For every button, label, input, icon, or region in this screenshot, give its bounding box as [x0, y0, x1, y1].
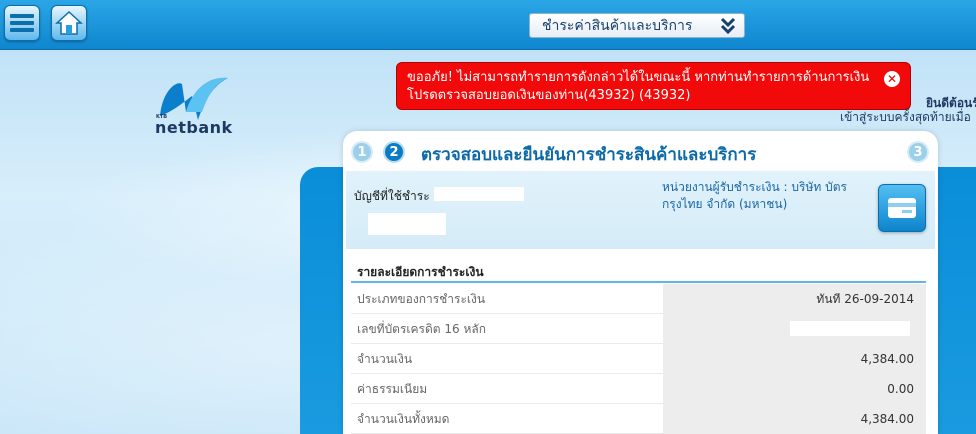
home-button[interactable]: [51, 5, 87, 41]
row-label: จำนวนเงินทั้งหมด: [357, 412, 450, 426]
menu-button[interactable]: [4, 5, 40, 41]
hamburger-icon: [10, 14, 34, 32]
payee-line-2: กรุงไทย จำกัด (มหาชน): [662, 197, 788, 211]
step-3-indicator: 3: [907, 141, 929, 163]
table-row: จำนวนเงิน 4,384.00: [351, 344, 926, 374]
error-message: ขออภัย! ไม่สามารถทำรายการดังกล่าวได้ในขณ…: [396, 62, 911, 110]
section-divider: [351, 281, 926, 283]
account-number-mask: [434, 187, 524, 201]
table-row: ค่าธรรมเนียม 0.00: [351, 374, 926, 404]
table-row: ประเภทของการชำระเงิน ทันที 26-09-2014: [351, 284, 926, 314]
home-icon: [55, 10, 83, 35]
card-header: 1 2 ตรวจสอบและยืนยันการชำระสินค้าและบริก…: [343, 131, 938, 171]
top-bar: ชำระค่าสินค้าและบริการ: [0, 0, 976, 50]
last-login-text: เข้าสู่ระบบครั้งสุดท้ายเมื่อ: [840, 110, 971, 124]
row-label: ประเภทของการชำระเงิน: [357, 292, 486, 306]
row-value-masked: [663, 314, 926, 344]
service-dropdown[interactable]: ชำระค่าสินค้าและบริการ: [529, 13, 745, 38]
step-2-indicator: 2: [383, 141, 405, 163]
logo-netbank-text: netbank: [155, 118, 233, 137]
row-value: 4,384.00: [663, 344, 926, 374]
error-line-1: ขออภัย! ไม่สามารถทำรายการดังกล่าวได้ในขณ…: [407, 70, 870, 85]
step-1-indicator: 1: [351, 141, 373, 163]
card-number-mask: [790, 321, 910, 336]
table-row: เลขที่บัตรเครดิต 16 หลัก: [351, 314, 926, 344]
confirm-payment-card: 1 2 ตรวจสอบและยืนยันการชำระสินค้าและบริก…: [343, 131, 938, 434]
row-value: 0.00: [663, 374, 926, 404]
row-label: ค่าธรรมเนียม: [357, 382, 428, 396]
payee-info: หน่วยงานผู้รับชำระเงิน : บริษัท บัตร กรุ…: [662, 179, 862, 213]
page-title: ตรวจสอบและยืนยันการชำระสินค้าและบริการ: [421, 145, 757, 165]
account-name-mask: [368, 213, 446, 235]
close-icon[interactable]: ✕: [884, 71, 900, 87]
row-label: เลขที่บัตรเครดิต 16 หลัก: [357, 322, 487, 336]
account-label: บัญชีที่ใช้ชำระ :: [354, 189, 438, 203]
table-row: จำนวนเงินทั้งหมด 4,384.00: [351, 404, 926, 434]
row-value: 4,384.00: [663, 404, 926, 434]
chevron-down-icon: [720, 17, 736, 35]
row-label: จำนวนเงิน: [357, 352, 413, 366]
row-value: ทันที 26-09-2014: [663, 284, 926, 314]
credit-card-icon: [878, 184, 926, 232]
service-dropdown-label: ชำระค่าสินค้าและบริการ: [542, 17, 693, 34]
payee-line-1: หน่วยงานผู้รับชำระเงิน : บริษัท บัตร: [662, 180, 847, 194]
payment-details-table: ประเภทของการชำระเงิน ทันที 26-09-2014 เล…: [351, 284, 926, 434]
details-section-title: รายละเอียดการชำระเงิน: [357, 265, 484, 279]
account-info-panel: บัญชีที่ใช้ชำระ : หน่วยงานผู้รับชำระเงิน…: [346, 171, 935, 249]
error-line-2: โปรดตรวจสอบยอดเงินของท่าน(43932) (43932): [407, 88, 691, 103]
